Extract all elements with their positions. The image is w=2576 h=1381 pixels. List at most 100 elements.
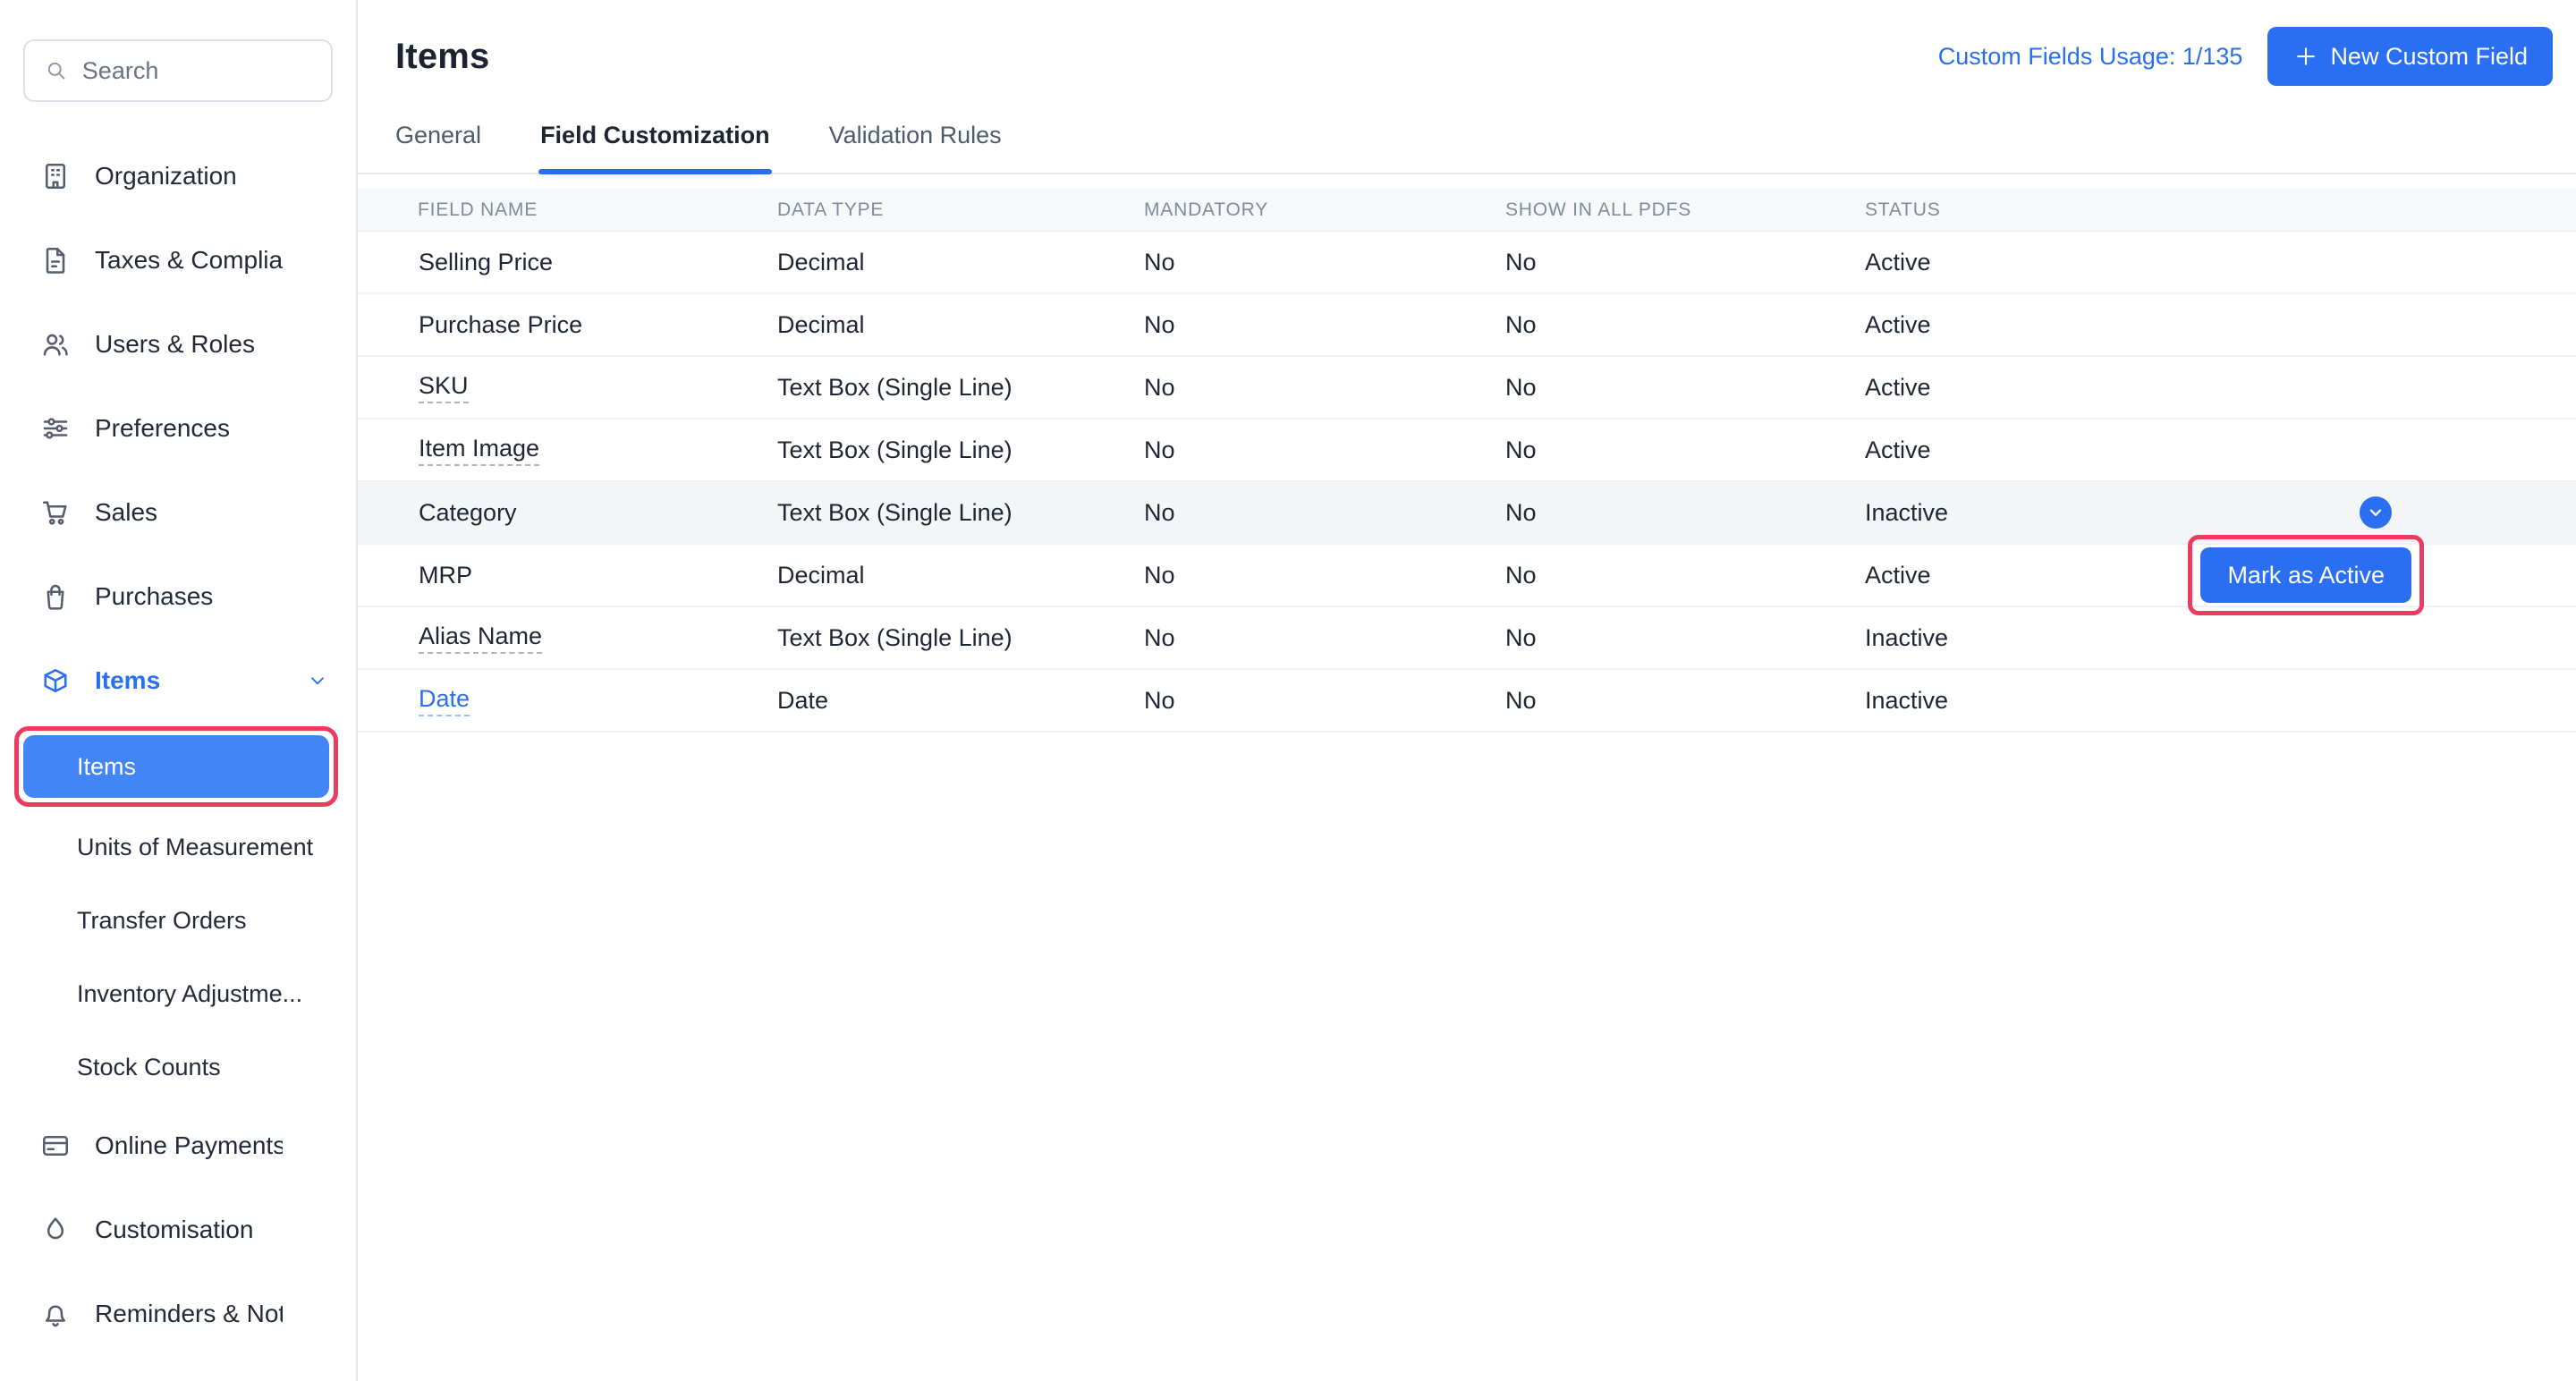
sidebar-item-automation[interactable]: Automation [0, 1356, 356, 1381]
field-name-cell: Category [358, 499, 777, 527]
data-type-cell: Text Box (Single Line) [777, 436, 1144, 464]
field-name[interactable]: Date [419, 685, 470, 716]
status-cell: Active [1865, 436, 2576, 464]
table-row-mrp[interactable]: MRP Decimal No No Active Mark as Active [358, 545, 2576, 607]
mandatory-cell: No [1144, 436, 1505, 464]
field-name[interactable]: Selling Price [419, 249, 553, 276]
sidebar-item-preferences[interactable]: Preferences [0, 386, 356, 470]
sidebar-item-label: Customisation [95, 1216, 283, 1244]
sidebar-item-online-payments[interactable]: Online Payments [0, 1104, 356, 1188]
sidebar-subitem-items-selected[interactable]: Items [23, 735, 329, 798]
chevron-right-icon [306, 165, 329, 188]
sidebar-nav-bottom: Online Payments Customisation Reminders … [0, 1104, 356, 1381]
status-cell: Inactive [1865, 624, 2576, 652]
status-cell: Active [1865, 249, 2576, 276]
page-title: Items [395, 37, 490, 77]
sidebar-item-label: Purchases [95, 582, 283, 611]
sidebar-item-organization[interactable]: Organization [0, 134, 356, 218]
sidebar-item-sales[interactable]: Sales [0, 470, 356, 555]
data-type-cell: Text Box (Single Line) [777, 374, 1144, 402]
new-custom-field-button[interactable]: New Custom Field [2267, 27, 2553, 86]
chevron-right-icon [306, 1134, 329, 1157]
mandatory-cell: No [1144, 374, 1505, 402]
sidebar-nav-top: Organization Taxes & Compliance Users & … [0, 134, 356, 639]
chevron-right-icon [306, 1218, 329, 1241]
field-name[interactable]: Alias Name [419, 623, 542, 654]
sidebar-item-reminders-notific[interactable]: Reminders & Notific... [0, 1272, 356, 1356]
column-header-show-in-all-pdfs: SHOW IN ALL PDFS [1505, 199, 1865, 221]
data-type-cell: Decimal [777, 562, 1144, 589]
sidebar-item-taxes-compliance[interactable]: Taxes & Compliance [0, 218, 356, 302]
bell-icon [39, 1298, 72, 1330]
chevron-right-icon [306, 417, 329, 440]
page-header: Items Custom Fields Usage: 1/135 New Cus… [358, 0, 2576, 86]
sidebar-item-customisation[interactable]: Customisation [0, 1188, 356, 1272]
cart-icon [39, 496, 72, 529]
droplet-icon [39, 1214, 72, 1246]
sliders-icon [39, 412, 72, 445]
column-header-data-type: DATA TYPE [777, 199, 1144, 221]
field-name-cell: MRP [358, 562, 777, 589]
sidebar-subitem-units-of-measurement[interactable]: Units of Measurement [0, 810, 356, 884]
table-row-selling-price[interactable]: Selling Price Decimal No No Active [358, 232, 2576, 294]
sidebar-subitem-inventory-adjustme[interactable]: Inventory Adjustme... [0, 957, 356, 1030]
sidebar-item-label: Preferences [95, 414, 283, 443]
sidebar-item-items-group[interactable]: Items [0, 639, 356, 723]
table-row-item-image[interactable]: Item Image Text Box (Single Line) No No … [358, 419, 2576, 482]
show-in-pdfs-cell: No [1505, 249, 1865, 276]
show-in-pdfs-cell: No [1505, 311, 1865, 339]
table-body: Selling Price Decimal No No Active Purch… [358, 232, 2576, 733]
sidebar-subitem-transfer-orders[interactable]: Transfer Orders [0, 884, 356, 957]
sidebar-item-purchases[interactable]: Purchases [0, 555, 356, 639]
building-icon [39, 160, 72, 192]
sidebar-subitem-label: Inventory Adjustme... [77, 980, 302, 1008]
lock-icon [382, 438, 406, 462]
sidebar-subitem-stock-counts[interactable]: Stock Counts [0, 1030, 356, 1104]
chevron-right-icon [306, 501, 329, 524]
field-name[interactable]: SKU [419, 372, 469, 403]
column-header-status: STATUS [1865, 199, 2576, 221]
tab-validation-rules[interactable]: Validation Rules [829, 122, 1002, 173]
table-row-purchase-price[interactable]: Purchase Price Decimal No No Active [358, 294, 2576, 357]
field-name[interactable]: Category [419, 499, 517, 527]
field-name[interactable]: Item Image [419, 435, 539, 466]
new-custom-field-label: New Custom Field [2330, 43, 2528, 71]
show-in-pdfs-cell: No [1505, 687, 1865, 715]
chevron-down-icon [306, 669, 329, 692]
data-type-cell: Date [777, 687, 1144, 715]
plus-icon [2292, 43, 2319, 70]
tab-general[interactable]: General [395, 122, 481, 173]
sidebar-nav: Organization Taxes & Compliance Users & … [0, 134, 356, 1381]
mandatory-cell: No [1144, 562, 1505, 589]
field-name-cell: Item Image [358, 435, 777, 466]
sidebar-item-label: Taxes & Compliance [95, 246, 283, 275]
column-header-field-name: FIELD NAME [358, 199, 777, 221]
tab-field-customization[interactable]: Field Customization [540, 122, 770, 173]
data-type-cell: Text Box (Single Line) [777, 624, 1144, 652]
annotation-box-mark-as-active: Mark as Active [2188, 535, 2424, 615]
custom-fields-usage-link[interactable]: Custom Fields Usage: 1/135 [1938, 43, 2243, 71]
row-actions-toggle[interactable] [2360, 496, 2392, 529]
lock-icon [382, 313, 406, 337]
table-row-date[interactable]: Date Date No No Inactive [358, 670, 2576, 733]
mark-as-active-button[interactable]: Mark as Active [2200, 547, 2411, 603]
search-icon [45, 57, 68, 84]
status-cell: Active [1865, 311, 2576, 339]
chevron-right-icon [306, 249, 329, 272]
mandatory-cell: No [1144, 624, 1505, 652]
annotation-box-sidebar-items: Items [14, 726, 338, 807]
chevron-right-icon [306, 333, 329, 356]
status-cell: Inactive [1865, 687, 2576, 715]
data-type-cell: Decimal [777, 249, 1144, 276]
show-in-pdfs-cell: No [1505, 562, 1865, 589]
table-row-alias-name[interactable]: Alias Name Text Box (Single Line) No No … [358, 607, 2576, 670]
field-name[interactable]: MRP [419, 562, 472, 589]
sidebar-item-users-roles[interactable]: Users & Roles [0, 302, 356, 386]
search-input[interactable] [82, 57, 311, 85]
field-name-cell: Date [358, 685, 777, 716]
sidebar-search[interactable] [23, 39, 333, 102]
table-row-sku[interactable]: SKU Text Box (Single Line) No No Active [358, 357, 2576, 419]
field-name[interactable]: Purchase Price [419, 311, 582, 339]
items-sub-list: Items Units of Measurement Transfer Orde… [0, 726, 356, 1104]
lock-icon [382, 501, 406, 525]
